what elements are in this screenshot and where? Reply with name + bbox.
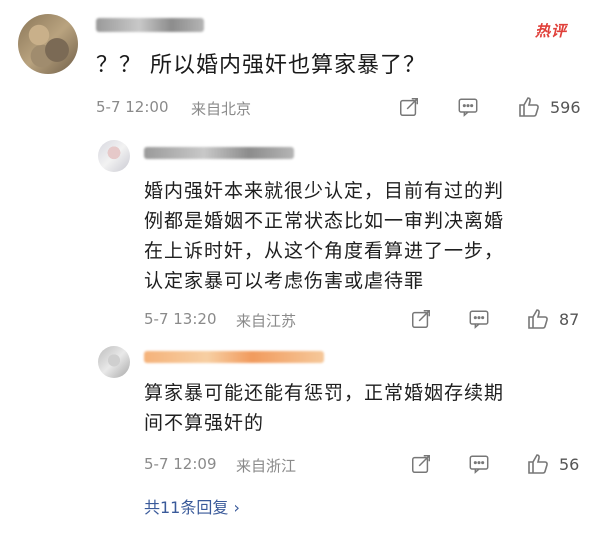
view-all-replies-link[interactable]: 共11条回复 › [144,494,240,518]
reply-username[interactable] [144,147,294,159]
reply-username[interactable] [144,351,324,363]
like-icon[interactable] [526,307,550,331]
like-count: 56 [559,455,580,474]
comment-icon[interactable] [468,308,490,330]
comment-icon[interactable] [468,453,490,475]
like-count: 87 [559,310,580,329]
reply-text-line: 认定家暴可以考虑伤害或虐待罪 [144,270,425,292]
share-icon[interactable] [398,96,420,118]
share-icon[interactable] [410,453,432,475]
reply-text-line: 间不算强奸的 [144,412,265,434]
reply-text-line: 在上诉时奸，从这个角度看算进了一步， [144,240,505,262]
reply-avatar[interactable] [98,346,130,378]
reply-location: 来自浙江 [236,457,297,475]
reply-text: 婚内强奸本来就很少认定，目前有过的判 例都是婚姻不正常状态比如一审判决离婚 在上… [144,176,504,296]
comment-timestamp: 5-7 12:00 [96,98,169,116]
reply-text-line: 算家暴可能还能有惩罚，正常婚姻存续期 [144,382,505,404]
comment-icon[interactable] [457,96,479,118]
reply-text-line: 例都是婚姻不正常状态比如一审判决离婚 [144,210,505,232]
reply-timestamp: 5-7 12:09 [144,455,217,473]
like-icon[interactable] [526,452,550,476]
username[interactable] [96,18,204,32]
reply-location: 来自江苏 [236,312,297,330]
reply-timestamp: 5-7 13:20 [144,310,217,328]
avatar[interactable] [18,14,78,74]
hot-comment-badge: 热评 [535,22,568,40]
reply-text-line: 婚内强奸本来就很少认定，目前有过的判 [144,180,505,202]
share-icon[interactable] [410,308,432,330]
comment-location: 来自北京 [191,100,252,118]
comment-text: ？？ 所以婚内强奸也算家暴了？ [96,53,426,78]
reply-avatar[interactable] [98,140,130,172]
reply-text: 算家暴可能还能有惩罚，正常婚姻存续期 间不算强奸的 [144,378,504,438]
like-icon[interactable] [517,95,541,119]
like-count: 596 [550,98,581,117]
